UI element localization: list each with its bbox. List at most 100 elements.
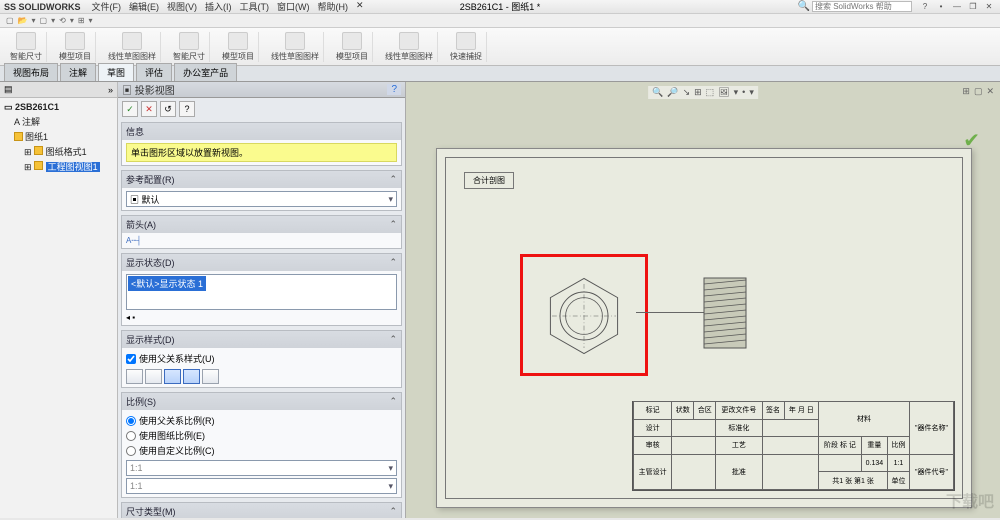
ribbon-grp[interactable]: 线性草图图样 xyxy=(381,32,438,62)
collapse-icon[interactable]: ⌃ xyxy=(389,174,397,185)
pm-arrow-title: 箭头(A) xyxy=(126,218,156,231)
menu-insert[interactable]: 插入(I) xyxy=(202,0,235,13)
app-logo: SS SOLIDWORKS xyxy=(4,2,81,12)
dot-btn[interactable]: • xyxy=(934,2,948,12)
vt-icon[interactable]: ↘ xyxy=(683,87,691,98)
collapse-icon[interactable]: ⌃ xyxy=(389,219,397,230)
tb-partcode: "器件代号" xyxy=(909,454,953,489)
collapse-icon[interactable]: ⌃ xyxy=(389,396,397,407)
tree-pin-icon[interactable]: » xyxy=(108,85,113,95)
vt-icon[interactable]: ▾ xyxy=(749,87,754,98)
pm-arrow-section: 箭头(A)⌃ A╌┤ xyxy=(121,215,402,249)
corner-icon[interactable]: ⊞ xyxy=(962,86,970,97)
menu-edit[interactable]: 编辑(E) xyxy=(126,0,162,13)
tree-tab-icon[interactable]: ▤ xyxy=(4,84,13,95)
tree-sheet1[interactable]: 图纸1 xyxy=(4,130,113,143)
tree-drawingview1[interactable]: ⊞ 工程图视图1 xyxy=(4,160,113,173)
main-area: ▤ » ▭ 2SB261C1 A注解 图纸1 ⊞ 图纸格式1 ⊞ 工程图视图1 … xyxy=(0,82,1000,518)
style-wire-icon[interactable] xyxy=(126,369,143,384)
tree-annotations[interactable]: A注解 xyxy=(4,115,113,128)
qt-new-icon[interactable]: ▢ xyxy=(6,16,14,25)
style-hlr-icon[interactable] xyxy=(164,369,181,384)
pm-help-icon[interactable]: ? xyxy=(387,84,401,95)
tb-cell: 状数 xyxy=(672,402,694,420)
scale-custom-radio[interactable]: 使用自定义比例(C) xyxy=(126,443,397,458)
qt-icon[interactable]: ⟲ xyxy=(59,16,66,25)
ribbon-grp[interactable]: 模型项目 xyxy=(218,32,259,62)
vt-icon[interactable]: ⊞ xyxy=(694,87,702,98)
ribbon-grp[interactable]: 线性草图图样 xyxy=(104,32,161,62)
feature-tree: ▭ 2SB261C1 A注解 图纸1 ⊞ 图纸格式1 ⊞ 工程图视图1 xyxy=(0,98,117,177)
scale-parent-radio[interactable]: 使用父关系比例(R) xyxy=(126,413,397,428)
thread-side-view[interactable] xyxy=(702,276,748,350)
collapse-icon[interactable]: ⌃ xyxy=(389,334,397,345)
search-input[interactable] xyxy=(812,1,912,12)
min-btn[interactable]: — xyxy=(950,2,964,12)
menu-tools[interactable]: 工具(T) xyxy=(237,0,273,13)
pm-scale-title: 比例(S) xyxy=(126,395,156,408)
style-shaded-icon[interactable] xyxy=(183,369,200,384)
pm-dispstate-title: 显示状态(D) xyxy=(126,256,175,269)
pm-undo-icon[interactable]: ↺ xyxy=(160,101,176,117)
feature-tree-panel: ▤ » ▭ 2SB261C1 A注解 图纸1 ⊞ 图纸格式1 ⊞ 工程图视图1 xyxy=(0,82,118,518)
tree-sheetformat1[interactable]: ⊞ 图纸格式1 xyxy=(4,145,113,158)
menu-view[interactable]: 视图(V) xyxy=(164,0,200,13)
pm-dispstyle-title: 显示样式(D) xyxy=(126,333,175,346)
qt-open-icon[interactable]: 📂 xyxy=(18,16,28,25)
pm-dispstyle-section: 显示样式(D) ⌃ 使用父关系样式(U) xyxy=(121,330,402,388)
pm-confirm-row: ✓ ✕ ↺ ? xyxy=(118,98,405,120)
help-btn[interactable]: ? xyxy=(918,2,932,12)
pm-dispstate-list[interactable]: <默认>显示状态 1 xyxy=(126,274,397,310)
pm-message-section: 信息 单击图形区域以放置新视图。 xyxy=(121,122,402,166)
ribbon-grp[interactable]: 智能尺寸 xyxy=(169,32,210,62)
qt-icon[interactable]: ▢ xyxy=(40,16,48,25)
pm-help-icon[interactable]: ? xyxy=(179,101,195,117)
ribbon-smart-dim[interactable]: 智能尺寸 xyxy=(6,32,47,62)
vt-icon[interactable]: 🖼 xyxy=(718,87,729,98)
window-controls: ? • — ❐ ✕ xyxy=(918,2,996,12)
ribbon-quicksnap[interactable]: 快速捕捉 xyxy=(446,32,487,62)
scale-preset-combo[interactable]: 1:1▾ xyxy=(126,460,397,476)
collapse-icon[interactable]: ⌃ xyxy=(389,257,397,268)
qt-icon[interactable]: ▾ xyxy=(70,16,74,25)
style-hidden-icon[interactable] xyxy=(145,369,162,384)
vt-icon[interactable]: 🔎 xyxy=(667,87,678,98)
pm-ok-icon[interactable]: ✓ xyxy=(122,101,138,117)
vt-icon[interactable]: ⬚ xyxy=(706,87,715,98)
qt-icon[interactable]: ⊞ xyxy=(78,16,85,25)
qt-save-icon[interactable]: ▾ xyxy=(32,16,36,25)
menu-extra-icon[interactable]: ✕ xyxy=(353,0,367,13)
pm-cancel-icon[interactable]: ✕ xyxy=(141,101,157,117)
max-btn[interactable]: ❐ xyxy=(966,2,980,12)
pm-refconfig-combo[interactable]: ▣ 默认▾ xyxy=(126,191,397,207)
scale-sheet-radio[interactable]: 使用图纸比例(E) xyxy=(126,428,397,443)
tab-sketch[interactable]: 草图 xyxy=(98,63,134,81)
use-parent-style-check[interactable]: 使用父关系样式(U) xyxy=(126,351,397,366)
ribbon-grp[interactable]: 线性草图图样 xyxy=(267,32,324,62)
tab-viewlayout[interactable]: 视图布局 xyxy=(4,63,58,81)
tab-evaluate[interactable]: 评估 xyxy=(136,63,172,81)
vt-icon[interactable]: • xyxy=(742,87,745,98)
qt-icon[interactable]: ▾ xyxy=(51,16,55,25)
tab-office[interactable]: 办公室产品 xyxy=(174,63,237,81)
vt-icon[interactable]: 🔍 xyxy=(652,87,663,98)
pm-refconfig-title: 参考配置(R) xyxy=(126,173,175,186)
close-btn[interactable]: ✕ xyxy=(982,2,996,12)
drawing-canvas[interactable]: 🔍 🔎 ↘ ⊞ ⬚ 🖼 ▾ • ▾ ⊞ ▢ ✕ ✔ 合计剖图 xyxy=(406,82,1000,518)
menu-file[interactable]: 文件(F) xyxy=(89,0,125,13)
qt-icon[interactable]: ▾ xyxy=(89,16,93,25)
menu-window[interactable]: 窗口(W) xyxy=(274,0,313,13)
tree-root[interactable]: ▭ 2SB261C1 xyxy=(4,102,113,113)
tab-annotation[interactable]: 注解 xyxy=(60,63,96,81)
ribbon-grp[interactable]: 模型项目 xyxy=(332,32,373,62)
tb-cell: 合区 xyxy=(694,402,716,420)
scale-value-combo[interactable]: 1:1▾ xyxy=(126,478,397,494)
vt-icon[interactable]: ▾ xyxy=(734,87,739,98)
ribbon-grp[interactable]: 模型项目 xyxy=(55,32,96,62)
hex-nut-view[interactable] xyxy=(534,266,634,366)
corner-icon[interactable]: ▢ xyxy=(974,86,983,97)
corner-icon[interactable]: ✕ xyxy=(986,86,994,97)
style-shadededge-icon[interactable] xyxy=(202,369,219,384)
menu-help[interactable]: 帮助(H) xyxy=(315,0,352,13)
collapse-icon[interactable]: ⌃ xyxy=(389,506,397,517)
